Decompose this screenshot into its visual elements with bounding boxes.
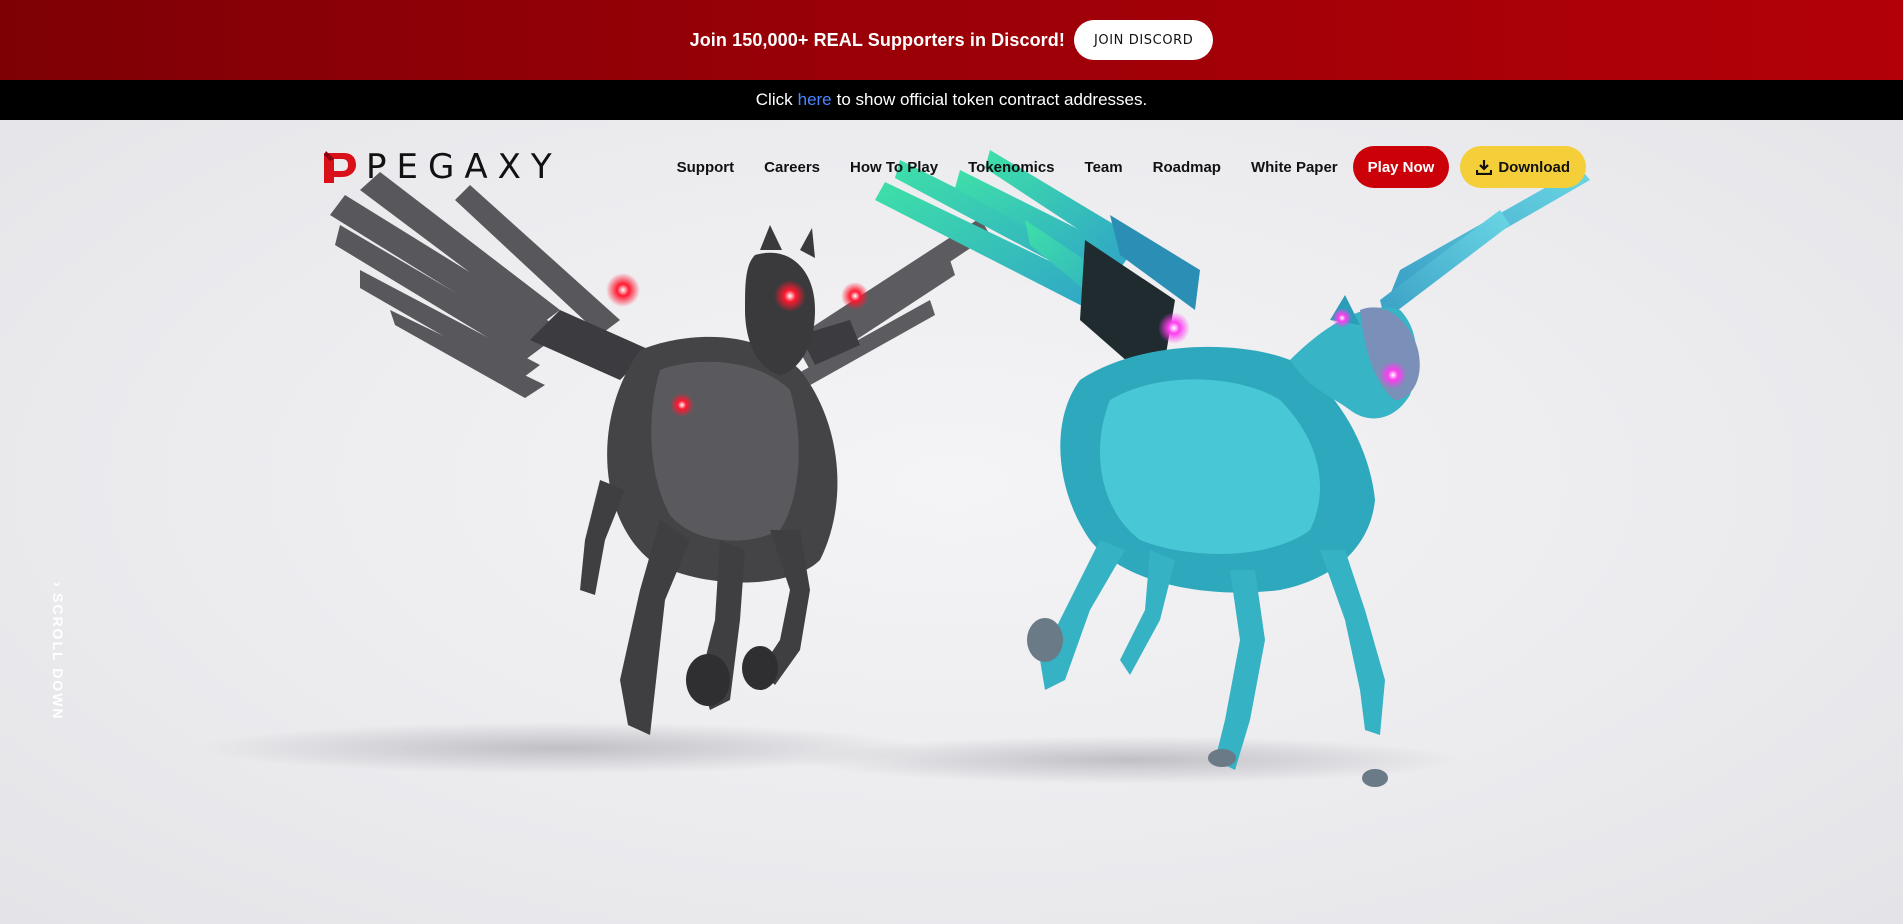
nav-item-white-paper[interactable]: White Paper bbox=[1236, 159, 1353, 176]
contract-addresses-link[interactable]: here bbox=[798, 90, 832, 110]
nav-menu: Support Careers How To Play Tokenomics T… bbox=[662, 146, 1586, 188]
hero-pegasus-image bbox=[200, 150, 1590, 787]
cyan-pegasus bbox=[875, 150, 1590, 787]
contract-notice-bar: Click here to show official token contra… bbox=[0, 80, 1903, 120]
nav-item-roadmap[interactable]: Roadmap bbox=[1138, 159, 1236, 176]
pegaxy-logo[interactable]: PEGAXY bbox=[320, 149, 562, 185]
chevron-right-icon: › bbox=[50, 582, 66, 589]
download-button[interactable]: Download bbox=[1460, 146, 1586, 188]
nav-item-tokenomics[interactable]: Tokenomics bbox=[953, 159, 1069, 176]
pegaxy-logo-mark-icon bbox=[324, 151, 356, 183]
download-icon bbox=[1476, 160, 1493, 175]
download-button-label: Download bbox=[1498, 158, 1570, 176]
hero-section: › SCROLL DOWN bbox=[0, 120, 1903, 924]
nav-item-team[interactable]: Team bbox=[1070, 159, 1138, 176]
pegaxy-wordmark: PEGAXY bbox=[366, 147, 562, 187]
dark-pegasus bbox=[330, 172, 990, 735]
notice-text-before: Click bbox=[755, 90, 793, 109]
main-navbar: PEGAXY Support Careers How To Play Token… bbox=[320, 145, 1586, 189]
nav-item-careers[interactable]: Careers bbox=[749, 159, 835, 176]
scroll-down-indicator[interactable]: › SCROLL DOWN bbox=[50, 582, 66, 720]
play-now-button[interactable]: Play Now bbox=[1352, 146, 1450, 188]
scroll-down-label: SCROLL DOWN bbox=[50, 592, 66, 721]
notice-text-after: to show official token contract addresse… bbox=[836, 90, 1148, 109]
nav-item-support[interactable]: Support bbox=[662, 159, 750, 176]
nav-item-how-to-play[interactable]: How To Play bbox=[835, 159, 953, 176]
join-discord-button[interactable]: JOIN DISCORD bbox=[1073, 20, 1214, 60]
discord-banner: Join 150,000+ REAL Supporters in Discord… bbox=[0, 0, 1903, 80]
discord-banner-text: Join 150,000+ REAL Supporters in Discord… bbox=[689, 29, 1065, 50]
